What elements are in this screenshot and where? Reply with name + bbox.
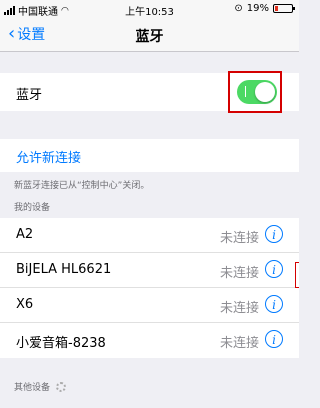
battery-fill <box>275 6 279 11</box>
device-status: 未连接 <box>219 231 259 246</box>
device-name: X6 <box>16 297 34 312</box>
other-devices-label: 其他设备 <box>14 383 51 393</box>
navigation-bar: ‹ 设置 蓝牙 <box>0 18 299 52</box>
device-row[interactable]: 小爱音箱-8238 未连接 i <box>0 323 299 358</box>
orientation-lock-icon: ⊙ <box>234 3 243 14</box>
info-icon[interactable]: i <box>265 295 283 313</box>
status-right: ⊙ 19% <box>234 3 295 14</box>
device-name: 小爱音箱-8238 <box>16 336 106 351</box>
info-icon[interactable]: i <box>265 330 283 348</box>
battery-percent: 19% <box>246 3 269 14</box>
bluetooth-label: 蓝牙 <box>16 88 43 103</box>
device-name: A2 <box>16 227 34 242</box>
status-bar: 中国联通 ◠ 上午10:53 ⊙ 19% <box>0 0 299 18</box>
info-icon[interactable]: i <box>265 225 283 243</box>
device-status: 未连接 <box>219 301 259 316</box>
battery-icon <box>273 4 295 13</box>
highlight-edge <box>295 262 299 288</box>
highlight-box <box>228 71 282 113</box>
device-status: 未连接 <box>219 336 259 351</box>
devices-group: A2 未连接 i BiJELA HL6621 未连接 i X6 未连接 i 小爱… <box>0 218 299 358</box>
device-row[interactable]: BiJELA HL6621 未连接 i <box>0 253 299 288</box>
my-devices-header: 我的设备 <box>14 203 51 213</box>
device-status: 未连接 <box>219 266 259 281</box>
device-name: BiJELA HL6621 <box>16 262 112 277</box>
info-icon[interactable]: i <box>265 260 283 278</box>
device-row[interactable]: X6 未连接 i <box>0 288 299 323</box>
allow-group: 允许新连接 <box>0 139 299 172</box>
allow-new-connection-button[interactable]: 允许新连接 <box>0 139 299 172</box>
device-row[interactable]: A2 未连接 i <box>0 218 299 253</box>
other-devices-header: 其他设备 <box>14 380 67 393</box>
allow-note: 新蓝牙连接已从“控制中心”关闭。 <box>14 181 150 191</box>
allow-new-connection-label: 允许新连接 <box>16 151 82 166</box>
page-title: 蓝牙 <box>135 29 164 45</box>
loading-spinner-icon <box>56 381 67 392</box>
